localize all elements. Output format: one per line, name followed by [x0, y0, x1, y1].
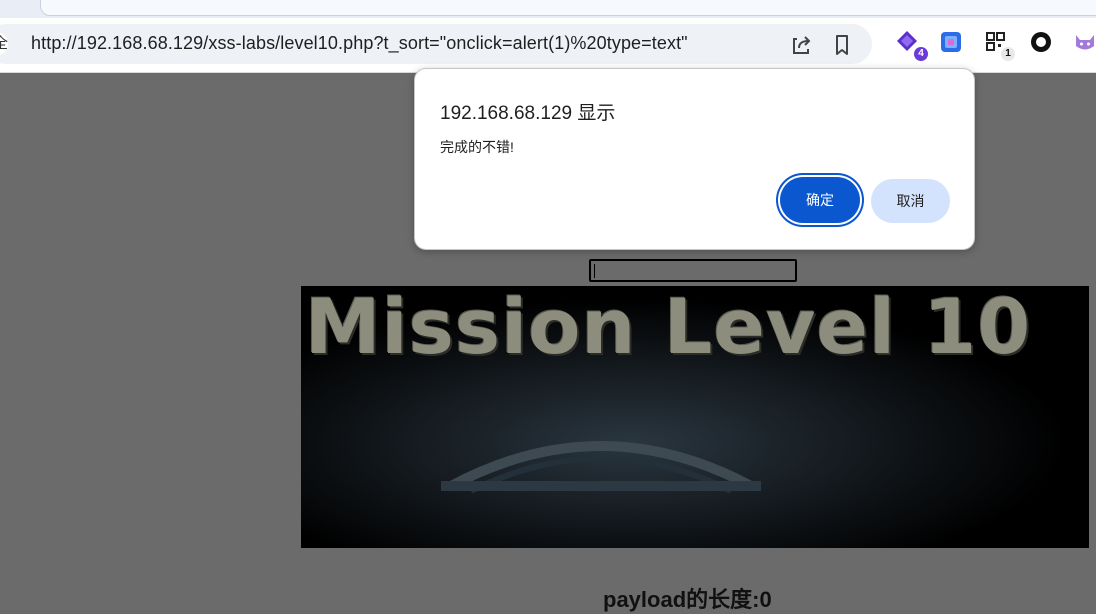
- extension-badge: 4: [914, 47, 928, 61]
- banner-title: Mission Level 10: [305, 286, 1032, 371]
- share-icon[interactable]: [789, 32, 815, 58]
- address-bar[interactable]: 全 http://192.168.68.129/xss-labs/level10…: [0, 24, 872, 64]
- black-circle-extension-icon[interactable]: [1028, 29, 1054, 55]
- tab-strip: [0, 0, 1096, 18]
- active-tab[interactable]: [40, 0, 1096, 16]
- search-input[interactable]: [589, 259, 797, 282]
- purple-cat-extension-icon[interactable]: [1072, 29, 1096, 55]
- blue-square-extension-icon[interactable]: [938, 29, 964, 55]
- browser-toolbar: 全 http://192.168.68.129/xss-labs/level10…: [0, 18, 1096, 73]
- purple-diamond-extension-icon[interactable]: 4: [896, 29, 928, 61]
- ok-button[interactable]: 确定: [780, 177, 860, 223]
- url-text[interactable]: http://192.168.68.129/xss-labs/level10.p…: [31, 33, 688, 54]
- cancel-button[interactable]: 取消: [871, 179, 950, 223]
- dialog-message: 完成的不错!: [440, 139, 514, 155]
- dialog-title: 192.168.68.129 显示: [440, 103, 616, 124]
- mission-banner: Mission Level 10: [301, 286, 1089, 548]
- bookmark-icon[interactable]: [829, 32, 855, 58]
- security-chip-label: 全: [0, 35, 8, 52]
- qr-code-extension-icon[interactable]: 1: [983, 29, 1015, 61]
- security-chip[interactable]: 全: [0, 32, 8, 56]
- payload-length-label: payload的长度:0: [603, 587, 772, 612]
- alert-dialog: 192.168.68.129 显示 完成的不错! 确定 取消: [414, 68, 975, 250]
- extension-badge: 1: [1001, 47, 1015, 61]
